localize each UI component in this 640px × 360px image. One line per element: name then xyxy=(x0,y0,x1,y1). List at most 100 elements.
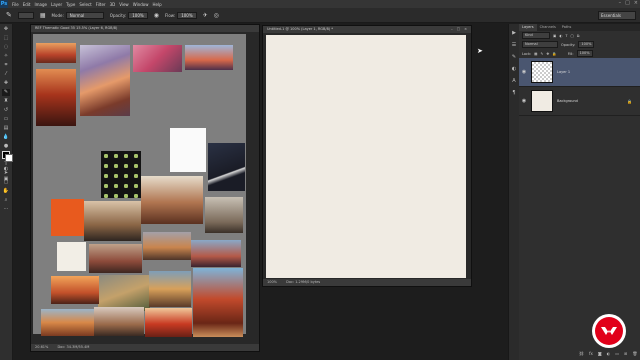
layer-row-background[interactable]: ◉ Background 🔒 xyxy=(519,87,640,116)
reference-image-astronaut-pattern[interactable] xyxy=(101,151,141,198)
close-icon[interactable]: × xyxy=(634,0,638,6)
tab-paths[interactable]: Paths xyxy=(559,24,575,31)
menu-select[interactable]: Select xyxy=(79,2,91,7)
reference-image-desert-road[interactable] xyxy=(149,271,191,307)
reference-image-rover[interactable] xyxy=(84,201,141,241)
background-color-swatch[interactable] xyxy=(5,154,13,162)
lock-position-icon[interactable]: ✥ xyxy=(546,52,549,56)
maximize-document-icon[interactable]: □ xyxy=(457,26,460,33)
minimize-icon[interactable]: – xyxy=(619,0,622,6)
reference-image-rock-arch[interactable] xyxy=(36,69,76,126)
filter-adjustment-icon[interactable]: ◐ xyxy=(559,34,562,38)
quick-select-tool-icon[interactable]: ✧ xyxy=(2,53,10,60)
brush-preset-picker[interactable] xyxy=(17,11,34,19)
brush-panel-icon[interactable]: ✎ xyxy=(511,54,517,60)
opacity-field[interactable]: 100% xyxy=(128,11,148,19)
reference-image-structures[interactable] xyxy=(98,275,150,311)
add-mask-icon[interactable]: ◙ xyxy=(598,351,602,356)
reference-image-red-towers[interactable] xyxy=(193,268,243,337)
reference-image-blue-forest[interactable] xyxy=(185,45,233,70)
reference-image-clouds[interactable] xyxy=(80,45,130,116)
properties-panel-icon[interactable]: ☰ xyxy=(511,42,517,48)
reference-image-red-rocks[interactable] xyxy=(145,308,192,337)
menu-type[interactable]: Type xyxy=(66,2,75,7)
blend-mode-select[interactable]: Normal xyxy=(522,41,558,48)
reference-image-badge[interactable] xyxy=(57,242,86,271)
tab-layers[interactable]: Layers xyxy=(519,24,537,31)
reference-image-sand-dunes[interactable] xyxy=(41,309,95,336)
eraser-tool-icon[interactable]: ▭ xyxy=(2,116,10,123)
reference-image-camp[interactable] xyxy=(94,307,144,336)
new-group-icon[interactable]: ▭ xyxy=(615,351,619,356)
layer-opacity-field[interactable]: 100% xyxy=(578,41,595,48)
workspace-select[interactable]: Essentials xyxy=(598,11,636,20)
gradient-tool-icon[interactable]: ▤ xyxy=(2,125,10,132)
layer-filter-kind-select[interactable]: Kind xyxy=(522,32,550,39)
main-document-window[interactable]: Untitled-1 @ 100% (Layer 1, RGB/8) * – □… xyxy=(262,25,472,287)
reference-image-orange-poster[interactable] xyxy=(51,199,84,236)
lock-transparent-icon[interactable]: ▦ xyxy=(534,52,537,56)
menu-view[interactable]: View xyxy=(119,2,129,7)
reference-image-orange-valley[interactable] xyxy=(51,276,99,304)
filter-pixel-icon[interactable]: ▣ xyxy=(553,34,556,38)
main-document-tab[interactable]: Untitled-1 @ 100% (Layer 1, RGB/8) * – □… xyxy=(263,26,471,33)
eyedropper-tool-icon[interactable]: ⁄ xyxy=(2,71,10,78)
adjustments-panel-icon[interactable]: ◐ xyxy=(511,66,517,72)
blur-tool-icon[interactable]: 💧 xyxy=(2,134,10,141)
reference-image-blue-cliffs[interactable] xyxy=(191,240,241,267)
lasso-tool-icon[interactable]: ◌ xyxy=(2,44,10,51)
layer-name[interactable]: Layer 1 xyxy=(557,70,640,74)
menu-help[interactable]: Help xyxy=(152,2,161,7)
clone-stamp-tool-icon[interactable]: ♜ xyxy=(2,98,10,105)
reference-image-rocket[interactable] xyxy=(205,197,243,233)
edit-toolbar-icon[interactable]: ⋯ xyxy=(2,206,10,213)
reference-image-canyon[interactable] xyxy=(36,43,76,63)
paragraph-panel-icon[interactable]: ¶ xyxy=(511,90,517,96)
crop-tool-icon[interactable]: ⌗ xyxy=(2,62,10,69)
layer-row-layer-1[interactable]: ◉ Layer 1 xyxy=(519,58,640,87)
tab-channels[interactable]: Channels xyxy=(537,24,559,31)
brush-tool-icon[interactable]: ✎ xyxy=(2,89,10,96)
reference-image-pink-vehicle[interactable] xyxy=(133,45,182,72)
history-panel-icon[interactable]: ▶ xyxy=(511,30,517,36)
pressure-opacity-icon[interactable]: ◉ xyxy=(154,12,159,19)
reference-document-window[interactable]: REF Thematic Good 35 15.5% (Layer 6, RGB… xyxy=(30,24,260,352)
visibility-eye-icon[interactable]: ◉ xyxy=(519,98,529,104)
reference-image-mesa[interactable] xyxy=(89,244,142,273)
menu-image[interactable]: Image xyxy=(34,2,47,7)
screen-mode-icon[interactable]: ▣ xyxy=(2,176,10,183)
main-zoom-level[interactable]: 100% xyxy=(267,280,277,284)
layer-name[interactable]: Background xyxy=(557,99,627,103)
pressure-size-icon[interactable]: ◎ xyxy=(214,12,219,19)
menu-3d[interactable]: 3D xyxy=(110,2,116,7)
dodge-tool-icon[interactable]: ● xyxy=(2,143,10,150)
filter-type-icon[interactable]: T xyxy=(565,34,567,38)
visibility-eye-icon[interactable]: ◉ xyxy=(519,69,529,75)
minimize-document-icon[interactable]: – xyxy=(451,26,453,33)
reference-image-astronaut-desert[interactable] xyxy=(141,176,203,224)
reference-canvas[interactable] xyxy=(33,34,246,337)
link-layers-icon[interactable]: ⛓ xyxy=(579,351,584,356)
reference-zoom-level[interactable]: 20.61% xyxy=(35,345,48,349)
mode-select[interactable]: Normal xyxy=(65,11,104,19)
reference-image-line-sketch[interactable] xyxy=(170,128,206,172)
lock-all-icon[interactable]: 🔒 xyxy=(552,52,556,56)
menu-layer[interactable]: Layer xyxy=(51,2,62,7)
toggle-brush-panel-icon[interactable]: ▦ xyxy=(40,12,46,19)
marquee-tool-icon[interactable]: ⬚ xyxy=(2,35,10,42)
filter-smart-object-icon[interactable]: ⧉ xyxy=(577,34,580,38)
lock-image-icon[interactable]: ✎ xyxy=(540,52,543,56)
fill-field[interactable]: 100% xyxy=(576,50,593,57)
close-document-icon[interactable]: × xyxy=(464,26,467,33)
hand-tool-icon[interactable]: ✋ xyxy=(2,188,10,195)
main-canvas[interactable] xyxy=(266,35,466,278)
layer-style-icon[interactable]: fx xyxy=(589,351,593,356)
maximize-icon[interactable]: □ xyxy=(625,0,630,6)
brush-tool-icon[interactable]: ✎ xyxy=(6,11,12,19)
menu-edit[interactable]: Edit xyxy=(23,2,31,7)
reference-document-tab[interactable]: REF Thematic Good 35 15.5% (Layer 6, RGB… xyxy=(31,25,259,32)
reference-image-astronaut-dark[interactable] xyxy=(208,143,245,191)
history-brush-tool-icon[interactable]: ↺ xyxy=(2,107,10,114)
zoom-tool-icon[interactable]: ⌕ xyxy=(2,197,10,204)
new-adjustment-layer-icon[interactable]: ◐ xyxy=(607,351,611,356)
